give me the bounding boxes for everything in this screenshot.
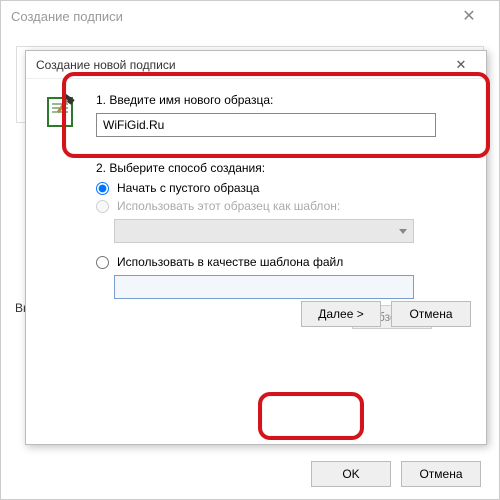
signature-name-input[interactable]: [96, 113, 436, 137]
option-existing-row: Использовать этот образец как шаблон:: [96, 199, 471, 213]
parent-cancel-button[interactable]: Отмена: [401, 461, 481, 487]
parent-ok-button[interactable]: OK: [311, 461, 391, 487]
hammer-paper-icon: [44, 94, 80, 130]
option-blank-label: Начать с пустого образца: [117, 181, 259, 195]
wizard-close-icon[interactable]: ✕: [446, 54, 476, 76]
option-blank-row[interactable]: Начать с пустого образца: [96, 181, 471, 195]
file-path-input[interactable]: [114, 275, 414, 299]
parent-titlebar: Создание подписи ✕: [1, 1, 499, 31]
parent-title-text: Создание подписи: [11, 9, 123, 24]
option-file-radio[interactable]: [96, 256, 109, 269]
option-blank-radio[interactable]: [96, 182, 109, 195]
wizard-cancel-button[interactable]: Отмена: [391, 301, 471, 327]
wizard-body: 1. Введите имя нового образца: 2. Выбери…: [26, 79, 486, 339]
step1-label: 1. Введите имя нового образца:: [96, 93, 471, 107]
wizard-content: 1. Введите имя нового образца: 2. Выбери…: [96, 93, 471, 329]
option-existing-label: Использовать этот образец как шаблон:: [117, 199, 340, 213]
option-file-row[interactable]: Использовать в качестве шаблона файл: [96, 255, 471, 269]
option-existing-radio: [96, 200, 109, 213]
parent-close-icon[interactable]: ✕: [449, 2, 489, 30]
next-button[interactable]: Далее >: [301, 301, 381, 327]
wizard-titlebar: Создание новой подписи ✕: [26, 51, 486, 79]
step2-label: 2. Выберите способ создания:: [96, 161, 471, 175]
parent-button-row: OK Отмена: [311, 461, 481, 487]
wizard-title-text: Создание новой подписи: [36, 58, 176, 72]
wizard-dialog: Создание новой подписи ✕ 1. Введите имя …: [25, 50, 487, 445]
template-combo: [114, 219, 414, 243]
option-file-label: Использовать в качестве шаблона файл: [117, 255, 343, 269]
wizard-button-row: Далее > Отмена: [301, 301, 471, 327]
